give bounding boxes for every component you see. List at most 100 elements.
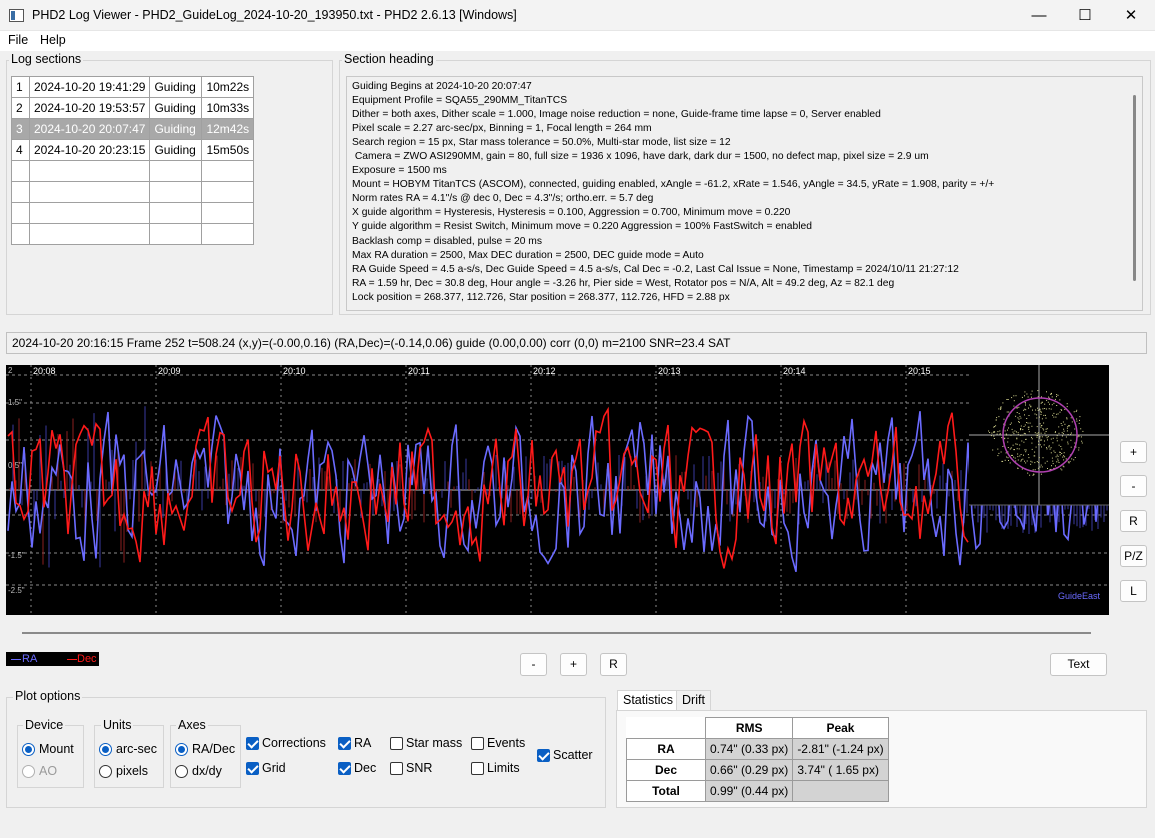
table-row[interactable]: 4 2024-10-20 20:23:15 Guiding 15m50s — [11, 139, 255, 161]
scatter-point — [1017, 467, 1019, 469]
horizontal-scrollbar[interactable] — [22, 632, 1091, 634]
scatter-point — [1031, 436, 1032, 438]
arcsec-label: arc-sec — [116, 742, 157, 756]
close-icon[interactable]: ✕ — [1108, 0, 1154, 31]
scatter-point — [1041, 446, 1042, 448]
scrollbar[interactable] — [1133, 95, 1136, 281]
scatter-point — [1039, 408, 1041, 410]
rms-value: 0.99" (0.44 px) — [704, 780, 794, 802]
scatter-point — [1063, 452, 1065, 454]
tab-statistics[interactable]: Statistics — [617, 690, 680, 712]
dxdy-radio[interactable] — [175, 765, 188, 778]
zoom-in-button[interactable]: + — [1120, 441, 1147, 463]
events-label: Events — [487, 736, 526, 750]
scatter-point — [1017, 459, 1019, 461]
zoom-out-button[interactable]: - — [1120, 475, 1147, 497]
scatter-point — [1032, 469, 1034, 471]
scatter-point — [1039, 409, 1041, 411]
scatter-point — [1004, 430, 1006, 432]
scatter-point — [1034, 413, 1036, 415]
arcsec-radio[interactable] — [99, 743, 112, 756]
limits-checkbox[interactable] — [471, 762, 484, 775]
time-label: 20:15 — [908, 366, 931, 376]
scatter-point — [1022, 458, 1024, 460]
window-title: PHD2 Log Viewer - PHD2_GuideLog_2024-10-… — [32, 8, 517, 22]
scatter-point — [1063, 459, 1065, 461]
ra-checkbox[interactable] — [338, 737, 351, 750]
table-row[interactable]: 1 2024-10-20 19:41:29 Guiding 10m22s — [11, 76, 255, 98]
mount-radio[interactable] — [22, 743, 35, 756]
grid-label: Grid — [262, 761, 286, 775]
section-heading-text[interactable]: Guiding Begins at 2024-10-20 20:07:47 Equ… — [346, 76, 1143, 311]
tab-drift[interactable]: Drift — [676, 690, 711, 711]
corrections-checkbox[interactable] — [246, 737, 259, 750]
scatter-point — [1011, 454, 1013, 456]
grid-checkbox[interactable] — [246, 762, 259, 775]
radec-radio[interactable] — [175, 743, 188, 756]
minimize-icon[interactable]: — — [1016, 0, 1062, 31]
snr-checkbox[interactable] — [390, 762, 403, 775]
section-lines: Guiding Begins at 2024-10-20 20:07:47 Equ… — [352, 80, 994, 305]
scatter-checkbox[interactable] — [537, 749, 550, 762]
scatter-point — [1011, 397, 1013, 399]
scatter-point — [1045, 417, 1047, 419]
scatter-point — [1028, 415, 1030, 416]
ao-radio[interactable] — [22, 765, 35, 778]
star-mass-checkbox[interactable] — [390, 737, 403, 750]
scatter-point — [1050, 438, 1052, 440]
table-row-selected[interactable]: 3 2024-10-20 20:07:47 Guiding 12m42s — [11, 118, 255, 140]
reset-time-button[interactable]: R — [600, 653, 627, 676]
scatter-point — [1034, 451, 1036, 453]
scatter-point — [1053, 416, 1055, 418]
row-type: Guiding — [149, 76, 203, 98]
scatter-point — [1052, 460, 1054, 462]
scatter-point — [1055, 416, 1057, 418]
scatter-point — [1002, 460, 1004, 462]
menu-help[interactable]: Help — [40, 33, 66, 47]
scatter-point — [1055, 465, 1056, 467]
zoom-out-time-button[interactable]: - — [520, 653, 547, 676]
pan-zoom-button[interactable]: P/Z — [1120, 545, 1147, 567]
scatter-point — [1015, 443, 1017, 445]
scatter-point — [997, 455, 999, 457]
scatter-point — [1066, 430, 1068, 432]
scatter-point — [1070, 432, 1072, 434]
scatter-point — [1050, 447, 1052, 449]
scatter-point — [993, 432, 995, 433]
scatter-point — [1052, 437, 1054, 439]
y-axis-label: -1.5" — [8, 551, 25, 560]
text-button[interactable]: Text — [1050, 653, 1107, 676]
scatter-point — [1016, 448, 1018, 450]
scatter-point — [1044, 462, 1046, 464]
maximize-icon[interactable]: ☐ — [1062, 0, 1108, 31]
peak-value: 3.74" ( 1.65 px) — [792, 759, 889, 781]
scatter-point — [1064, 423, 1066, 425]
scatter-point — [1028, 428, 1030, 430]
section-line: Equipment Profile = SQA55_290MM_TitanTCS — [352, 95, 568, 107]
scatter-point — [1048, 445, 1050, 447]
table-row: RA 0.74" (0.33 px) -2.81" (-1.24 px) — [626, 738, 889, 760]
menu-file[interactable]: File — [8, 33, 28, 47]
zoom-in-time-button[interactable]: + — [560, 653, 587, 676]
scatter-point — [1028, 431, 1030, 433]
table-row[interactable]: 2 2024-10-20 19:53:57 Guiding 10m33s — [11, 97, 255, 119]
scatter-point — [1061, 409, 1063, 411]
scatter-point — [1049, 448, 1051, 450]
dec-checkbox[interactable] — [338, 762, 351, 775]
scatter-point — [1000, 451, 1002, 453]
scatter-point — [1061, 432, 1063, 434]
scatter-point — [1059, 452, 1061, 453]
lock-button[interactable]: L — [1120, 580, 1147, 602]
section-line: Exposure = 1500 ms — [352, 165, 447, 177]
table-row: Dec 0.66" (0.29 px) 3.74" ( 1.65 px) — [626, 759, 889, 781]
guide-graph[interactable]: 20:08 20:09 20:10 20:11 20:12 20:13 20:14 20:15… — [6, 365, 1109, 615]
events-checkbox[interactable] — [471, 737, 484, 750]
scatter-point — [1045, 414, 1046, 416]
units-group — [94, 725, 164, 788]
scatter-point — [1054, 451, 1056, 453]
scatter-point — [1027, 422, 1029, 424]
pixels-radio[interactable] — [99, 765, 112, 778]
limits-label: Limits — [487, 761, 520, 775]
reset-button[interactable]: R — [1120, 510, 1147, 532]
scatter-point — [1070, 433, 1072, 435]
